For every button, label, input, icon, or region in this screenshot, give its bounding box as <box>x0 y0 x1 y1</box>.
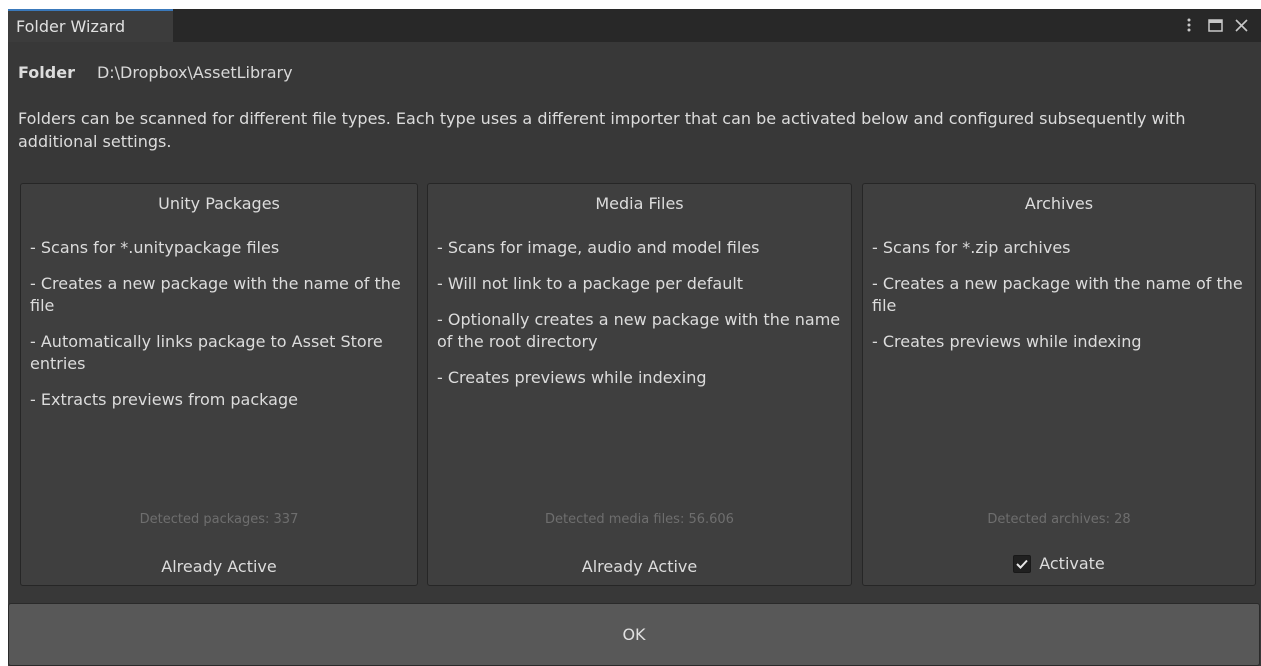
tab-folder-wizard[interactable]: Folder Wizard <box>8 9 173 42</box>
feature-item: - Creates previews while indexing <box>872 332 1142 351</box>
feature-item: - Extracts previews from package <box>30 390 298 409</box>
status-already-active: Already Active <box>581 557 698 576</box>
card-title: Media Files <box>595 194 684 213</box>
card-archives: Archives - Scans for *.zip archives - Cr… <box>862 183 1256 586</box>
card-title: Unity Packages <box>158 194 280 213</box>
feature-item: - Creates previews while indexing <box>437 368 707 387</box>
feature-item: - Optionally creates a new package with … <box>437 310 841 351</box>
feature-item: - Scans for *.zip archives <box>872 238 1071 257</box>
folder-path: D:\Dropbox\AssetLibrary <box>96 63 293 82</box>
description-text: Folders can be scanned for different fil… <box>18 109 1186 151</box>
close-icon[interactable] <box>1230 15 1252 35</box>
folder-row: Folder D:\Dropbox\AssetLibrary <box>18 63 293 82</box>
feature-item: - Scans for *.unitypackage files <box>30 238 280 257</box>
feature-list: - Scans for *.zip archives - Creates a n… <box>872 237 1247 367</box>
feature-list: - Scans for *.unitypackage files - Creat… <box>30 237 409 425</box>
feature-item: - Will not link to a package per default <box>437 274 744 293</box>
checkmark-icon <box>1016 559 1028 569</box>
status-already-active: Already Active <box>161 557 277 576</box>
detected-count: Detected archives: 28 <box>987 512 1131 527</box>
feature-item: - Creates a new package with the name of… <box>30 274 401 315</box>
activate-checkbox[interactable] <box>1013 554 1032 573</box>
feature-item: - Creates a new package with the name of… <box>872 274 1243 315</box>
card-unity-packages: Unity Packages - Scans for *.unitypackag… <box>20 183 418 586</box>
tab-bar: Folder Wizard <box>8 9 1261 42</box>
kebab-menu-icon[interactable] <box>1182 15 1196 35</box>
ok-button[interactable]: OK <box>8 603 1260 666</box>
activate-toggle[interactable]: Activate <box>863 554 1255 573</box>
feature-item: - Automatically links package to Asset S… <box>30 332 383 373</box>
activate-label: Activate <box>1039 554 1105 573</box>
card-media-files: Media Files - Scans for image, audio and… <box>427 183 852 586</box>
feature-list: - Scans for image, audio and model files… <box>437 237 843 403</box>
detected-count: Detected media files: 56.606 <box>545 512 734 527</box>
folder-label: Folder <box>18 63 75 82</box>
maximize-icon[interactable] <box>1204 15 1226 35</box>
card-title: Archives <box>1024 194 1094 213</box>
feature-item: - Scans for image, audio and model files <box>437 238 760 257</box>
folder-wizard-window: Folder Wizard Folder D:\Dropbox\AssetLibr… <box>8 9 1261 666</box>
detected-count: Detected packages: 337 <box>139 512 299 527</box>
